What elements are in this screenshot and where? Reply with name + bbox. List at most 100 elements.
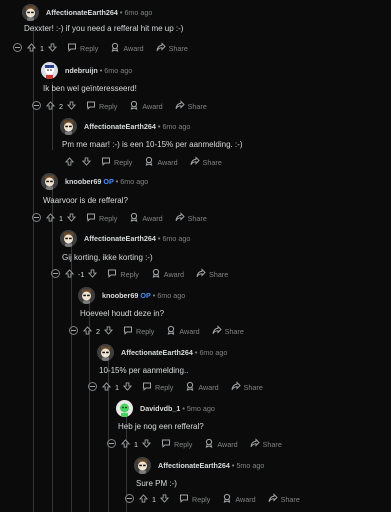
downvote-icon[interactable] xyxy=(122,381,133,393)
comment-actions: 2 Reply Award Share xyxy=(82,324,256,338)
author-name[interactable]: knoober69 xyxy=(102,291,138,300)
timestamp[interactable]: 6mo ago xyxy=(162,122,190,131)
author-name[interactable]: AffectionateEarth264 xyxy=(158,461,230,470)
avatar[interactable] xyxy=(41,173,58,190)
separator-dot: • xyxy=(157,234,161,243)
collapse-icon[interactable] xyxy=(13,43,22,52)
collapse-icon[interactable] xyxy=(51,269,60,278)
author-name[interactable]: AffectionateEarth264 xyxy=(121,348,193,357)
comment-meta: AffectionateEarth264 • 5mo ago xyxy=(158,461,264,470)
reply-button[interactable]: Reply xyxy=(86,100,117,112)
author-name[interactable]: AffectionateEarth264 xyxy=(46,8,118,17)
award-button[interactable]: Award xyxy=(185,381,219,393)
collapse-icon[interactable] xyxy=(69,326,78,335)
share-button[interactable]: Share xyxy=(175,212,207,224)
downvote-icon[interactable] xyxy=(66,100,77,112)
reply-button[interactable]: Reply xyxy=(123,325,154,337)
downvote-icon[interactable] xyxy=(66,212,77,224)
avatar[interactable] xyxy=(41,62,58,79)
downvote-icon[interactable] xyxy=(141,438,152,450)
share-button[interactable]: Share xyxy=(268,493,300,505)
share-button[interactable]: Share xyxy=(190,156,222,168)
op-badge: OP xyxy=(140,291,151,300)
reply-label: Reply xyxy=(174,439,193,449)
collapse-icon[interactable] xyxy=(107,439,116,448)
comment-body: Dexxter! :-) if you need a refferal hit … xyxy=(24,24,184,33)
author-name[interactable]: knoober69 xyxy=(65,177,101,186)
award-button[interactable]: Award xyxy=(110,42,144,54)
author-name[interactable]: Davidvdb_1 xyxy=(140,404,180,413)
share-button[interactable]: Share xyxy=(156,42,188,54)
avatar[interactable] xyxy=(134,457,151,474)
upvote-icon[interactable] xyxy=(45,212,56,224)
upvote-icon[interactable] xyxy=(138,493,149,505)
timestamp[interactable]: 6mo ago xyxy=(120,177,148,186)
downvote-icon[interactable] xyxy=(47,42,58,54)
share-button[interactable]: Share xyxy=(175,100,207,112)
vote-controls: 2 xyxy=(82,325,114,337)
collapse-icon[interactable] xyxy=(32,101,41,110)
reply-button[interactable]: Reply xyxy=(107,268,139,280)
award-button[interactable]: Award xyxy=(166,325,200,337)
share-button[interactable]: Share xyxy=(250,438,282,450)
award-button[interactable]: Award xyxy=(129,212,163,224)
award-button[interactable]: Award xyxy=(204,438,238,450)
share-button[interactable]: Share xyxy=(231,381,263,393)
award-label: Award xyxy=(235,494,256,504)
timestamp[interactable]: 6mo ago xyxy=(162,234,190,243)
reply-label: Reply xyxy=(155,382,174,392)
timestamp[interactable]: 6mo ago xyxy=(124,8,152,17)
reply-label: Reply xyxy=(136,326,155,336)
author-name[interactable]: AffectionateEarth264 xyxy=(84,122,156,131)
reply-button[interactable]: Reply xyxy=(67,42,98,54)
reply-button[interactable]: Reply xyxy=(179,493,210,505)
upvote-icon[interactable] xyxy=(26,42,37,54)
collapse-icon[interactable] xyxy=(88,382,97,391)
avatar[interactable] xyxy=(60,118,77,135)
author-name[interactable]: ndebruijn xyxy=(65,66,98,75)
downvote-icon[interactable] xyxy=(159,493,170,505)
avatar[interactable] xyxy=(116,400,133,417)
award-icon xyxy=(166,325,179,337)
reply-button[interactable]: Reply xyxy=(161,438,192,450)
upvote-icon[interactable] xyxy=(101,381,112,393)
upvote-icon[interactable] xyxy=(82,325,93,337)
reply-button[interactable]: Reply xyxy=(101,156,132,168)
timestamp[interactable]: 6mo ago xyxy=(157,291,185,300)
collapse-icon[interactable] xyxy=(125,494,134,503)
collapse-icon[interactable] xyxy=(32,213,41,222)
avatar[interactable] xyxy=(60,230,77,247)
upvote-icon[interactable] xyxy=(120,438,131,450)
upvote-icon[interactable] xyxy=(64,156,75,168)
award-button[interactable]: Award xyxy=(129,100,163,112)
downvote-icon[interactable] xyxy=(88,268,98,280)
reply-icon xyxy=(101,156,114,168)
award-button[interactable]: Award xyxy=(144,156,178,168)
award-label: Award xyxy=(142,213,163,223)
downvote-icon[interactable] xyxy=(81,156,92,168)
avatar[interactable] xyxy=(22,4,39,21)
thread-line[interactable] xyxy=(71,244,72,512)
timestamp[interactable]: 5mo ago xyxy=(236,461,264,470)
upvote-icon[interactable] xyxy=(64,268,75,280)
upvote-icon[interactable] xyxy=(45,100,56,112)
thread-line[interactable] xyxy=(52,187,53,512)
share-label: Share xyxy=(262,439,282,449)
reply-button[interactable]: Reply xyxy=(142,381,173,393)
timestamp[interactable]: 6mo ago xyxy=(199,348,227,357)
reply-button[interactable]: Reply xyxy=(86,212,117,224)
thread-line[interactable] xyxy=(33,25,34,512)
avatar[interactable] xyxy=(78,287,95,304)
avatar[interactable] xyxy=(97,344,114,361)
downvote-icon[interactable] xyxy=(103,325,114,337)
timestamp[interactable]: 6mo ago xyxy=(104,66,132,75)
award-button[interactable]: Award xyxy=(151,268,184,280)
reply-label: Reply xyxy=(99,101,118,111)
comment-meta: ndebruijn • 6mo ago xyxy=(65,66,132,75)
timestamp[interactable]: 5mo ago xyxy=(187,404,215,413)
author-name[interactable]: AffectionateEarth264 xyxy=(84,234,156,243)
share-button[interactable]: Share xyxy=(196,268,228,280)
share-button[interactable]: Share xyxy=(212,325,244,337)
award-button[interactable]: Award xyxy=(222,493,256,505)
comment-meta: AffectionateEarth264 • 6mo ago xyxy=(46,8,152,17)
